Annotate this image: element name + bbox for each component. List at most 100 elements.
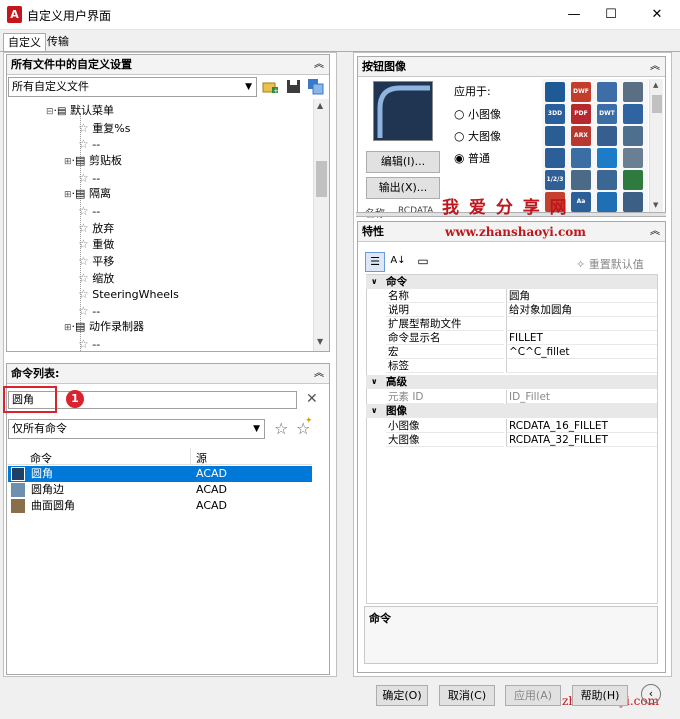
maximize-button[interactable]: ☐ <box>596 3 626 27</box>
property-row[interactable]: 名称 圆角 <box>366 289 657 303</box>
gallery-image-icon[interactable]: 1/2/3 <box>545 170 565 190</box>
scroll-thumb[interactable] <box>652 95 662 113</box>
property-row[interactable]: 标签 <box>366 359 657 373</box>
close-button[interactable]: ✕ <box>642 3 672 27</box>
gallery-image-icon[interactable] <box>623 82 643 102</box>
cancel-button[interactable]: 取消(C) <box>439 685 495 706</box>
gallery-image-icon[interactable]: DWF <box>571 82 591 102</box>
property-row[interactable]: 命令显示名 FILLET <box>366 331 657 345</box>
new-favorite-star-icon[interactable]: ☆ ✦ <box>296 416 313 438</box>
radio-large-image[interactable]: ○ 大图像 <box>454 128 501 144</box>
collapse-chevron-icon[interactable]: ︽ <box>314 364 324 384</box>
tab-customize[interactable]: 自定义 <box>3 33 46 51</box>
tree-node[interactable]: ☆ 缩放 <box>78 270 114 286</box>
minimize-button[interactable]: — <box>559 3 589 27</box>
gallery-image-icon[interactable] <box>623 192 643 212</box>
chevron-down-icon[interactable]: ∨ <box>371 375 378 389</box>
scroll-down-icon[interactable]: ▼ <box>317 337 323 346</box>
expand-plus-icon[interactable]: ⊞ <box>64 323 72 333</box>
customization-tree[interactable]: ⊟·▤ 默认菜单 ☆ 重复%s ☆ -- ⊞·▤ 剪贴板 ☆ -- ⊞·▤ 隔离… <box>8 99 313 351</box>
clear-search-icon[interactable]: ✕ <box>306 391 318 407</box>
expand-plus-icon[interactable]: ⊞ <box>64 157 72 167</box>
command-row-fillet[interactable]: 圆角 ACAD <box>8 466 312 482</box>
property-value[interactable]: ^C^C_fillet <box>506 345 657 359</box>
gallery-image-icon[interactable] <box>597 82 617 102</box>
tree-node[interactable]: ☆ 重做 <box>78 236 114 252</box>
expand-plus-icon[interactable]: ⊞ <box>64 190 72 200</box>
property-value[interactable]: 圆角 <box>506 289 657 303</box>
gallery-image-icon[interactable] <box>623 170 643 190</box>
tree-node[interactable]: ☆ -- <box>78 303 100 319</box>
gallery-image-icon[interactable] <box>623 148 643 168</box>
gallery-image-icon[interactable] <box>545 82 565 102</box>
gallery-image-icon[interactable] <box>571 148 591 168</box>
scroll-up-icon[interactable]: ▲ <box>653 81 658 89</box>
tree-node[interactable]: ☆ -- <box>78 203 100 219</box>
scroll-up-icon[interactable]: ▲ <box>317 101 323 110</box>
column-header-source[interactable]: 源 <box>196 450 207 466</box>
tree-node[interactable]: ☆ SteeringWheels <box>78 286 179 302</box>
property-value[interactable]: 给对象加圆角 <box>506 303 657 317</box>
tab-transfer[interactable]: 传输 <box>43 33 73 51</box>
gallery-image-icon[interactable]: DWT <box>597 104 617 124</box>
gallery-image-icon[interactable] <box>597 126 617 146</box>
gallery-image-icon[interactable] <box>597 192 617 212</box>
gallery-image-icon[interactable] <box>571 170 591 190</box>
property-row[interactable]: 扩展型帮助文件 <box>366 317 657 331</box>
collapse-chevron-icon[interactable]: ︽ <box>314 55 324 75</box>
scroll-thumb[interactable] <box>316 161 327 197</box>
sort-alphabetical-icon[interactable]: A↓ <box>389 252 407 272</box>
property-value[interactable] <box>506 359 657 373</box>
tree-node[interactable]: ☆ -- <box>78 136 100 152</box>
property-value[interactable] <box>506 317 657 331</box>
gallery-image-icon[interactable] <box>623 126 643 146</box>
property-row[interactable]: 宏 ^C^C_fillet <box>366 345 657 359</box>
gallery-image-icon[interactable] <box>545 126 565 146</box>
categorized-icon[interactable]: ☰ <box>365 252 385 272</box>
gallery-image-icon[interactable]: PDF <box>571 104 591 124</box>
tree-node[interactable]: ☆ 放弃 <box>78 220 114 236</box>
save-icon[interactable] <box>285 78 302 95</box>
property-pages-icon[interactable]: ▭ <box>414 252 432 272</box>
property-value[interactable]: RCDATA_16_FILLET <box>506 419 657 433</box>
property-row[interactable]: 小图像 RCDATA_16_FILLET <box>366 419 657 433</box>
edit-image-button[interactable]: 编辑(I)... <box>366 151 440 173</box>
gallery-image-icon[interactable]: Aa <box>571 192 591 212</box>
category-image[interactable]: ∨ 图像 <box>366 404 657 418</box>
collapse-minus-icon[interactable]: ⊟ <box>46 107 54 117</box>
property-row[interactable]: 大图像 RCDATA_32_FILLET <box>366 433 657 447</box>
tree-node[interactable]: ☆ -- <box>78 170 100 186</box>
tree-node[interactable]: ☆ 平移 <box>78 253 114 269</box>
radio-both[interactable]: ◉ 普通 <box>454 150 490 166</box>
expand-collapse-icon[interactable]: ‹ <box>641 684 661 704</box>
ok-button[interactable]: 确定(O) <box>376 685 428 706</box>
new-command-star-icon[interactable]: ☆ <box>274 419 288 438</box>
tree-node-clipboard[interactable]: ⊞·▤ 剪贴板 <box>64 153 122 169</box>
command-filter-dropdown[interactable]: 仅所有命令 ▼ <box>8 419 265 439</box>
column-header-command[interactable]: 命令 <box>30 450 52 466</box>
gallery-image-icon[interactable] <box>545 148 565 168</box>
chevron-down-icon[interactable]: ∨ <box>371 404 378 418</box>
property-value[interactable]: FILLET <box>506 331 657 345</box>
tree-scrollbar[interactable]: ▲ ▼ <box>313 99 329 351</box>
tree-node[interactable]: ☆ 重复%s <box>78 120 130 136</box>
collapse-chevron-icon[interactable]: ︽ <box>650 222 660 242</box>
gallery-image-icon[interactable] <box>597 148 617 168</box>
gallery-image-icon[interactable]: ARX <box>571 126 591 146</box>
property-row[interactable]: 说明 给对象加圆角 <box>366 303 657 317</box>
gallery-scrollbar[interactable]: ▲ ▼ <box>649 79 663 212</box>
command-row-surface-fillet[interactable]: 曲面圆角 ACAD <box>8 498 312 514</box>
help-button[interactable]: 帮助(H) <box>572 685 628 706</box>
scroll-down-icon[interactable]: ▼ <box>653 201 658 209</box>
gallery-image-icon[interactable] <box>597 170 617 190</box>
category-command[interactable]: ∨ 命令 <box>366 275 657 289</box>
tree-node-isolate[interactable]: ⊞·▤ 隔离 <box>64 186 111 202</box>
export-image-button[interactable]: 输出(X)... <box>366 177 440 199</box>
tree-node-default-menu[interactable]: ⊟·▤ 默认菜单 <box>46 103 114 119</box>
category-advanced[interactable]: ∨ 高级 <box>366 375 657 389</box>
property-value[interactable]: RCDATA_32_FILLET <box>506 433 657 447</box>
tree-node[interactable]: ☆ -- <box>78 336 100 351</box>
radio-small-image[interactable]: ○ 小图像 <box>454 106 501 122</box>
tree-node-action-recorder[interactable]: ⊞·▤ 动作录制器 <box>64 319 144 335</box>
gallery-image-icon[interactable]: 3DD <box>545 104 565 124</box>
